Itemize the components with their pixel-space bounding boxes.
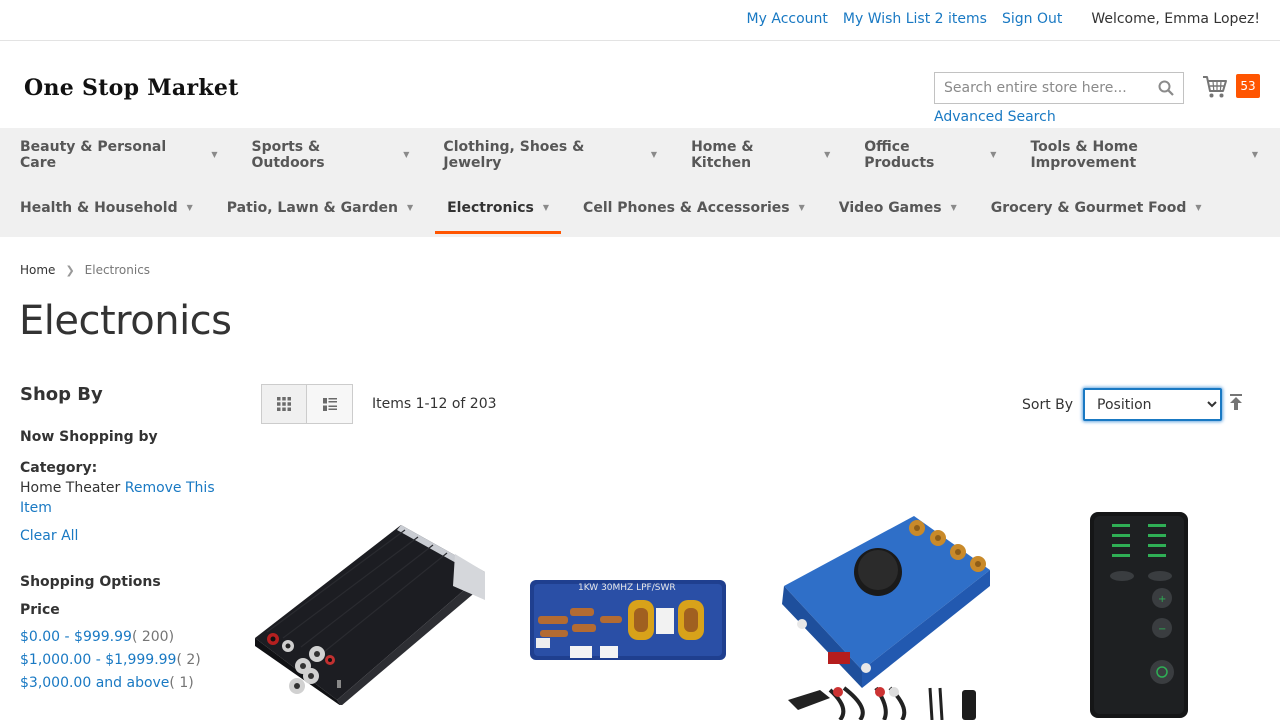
list-item: $3,000.00 and above( 1) bbox=[20, 672, 220, 695]
view-mode-switcher bbox=[261, 384, 353, 424]
nav-item-label: Beauty & Personal Care bbox=[20, 138, 167, 171]
nav-item-health-household[interactable]: Health & Household ▼ bbox=[8, 181, 205, 234]
svg-text:+: + bbox=[1158, 594, 1166, 605]
nav-item-label: Sports & Outdoors bbox=[251, 138, 325, 171]
chevron-down-icon: ▼ bbox=[990, 150, 997, 159]
product-image[interactable]: 1KW 30MHZ LPF/SWR bbox=[530, 578, 726, 661]
page-title: Electronics bbox=[19, 298, 232, 344]
svg-text:1KW 30MHZ LPF/SWR: 1KW 30MHZ LPF/SWR bbox=[578, 583, 676, 593]
chevron-down-icon: ▼ bbox=[406, 203, 414, 212]
nav-item-grocery-gourmet-food[interactable]: Grocery & Gourmet Food ▼ bbox=[979, 181, 1214, 234]
price-range-link[interactable]: $3,000.00 and above bbox=[20, 675, 169, 691]
nav-item-label: Video Games bbox=[838, 199, 942, 216]
price-range-link[interactable]: $1,000.00 - $1,999.99 bbox=[20, 652, 176, 668]
chevron-down-icon: ▼ bbox=[211, 150, 218, 159]
cart-icon[interactable] bbox=[1202, 74, 1228, 100]
price-range-count: ( 2) bbox=[176, 652, 201, 668]
price-filter-heading: Price bbox=[20, 602, 60, 618]
now-shopping-heading: Now Shopping by bbox=[20, 429, 158, 445]
breadcrumb-home-link[interactable]: Home bbox=[20, 263, 55, 277]
chevron-down-icon: ▼ bbox=[950, 203, 957, 212]
nav-item-label: Health & Household bbox=[20, 199, 178, 216]
nav-item-sports-outdoors[interactable]: Sports & Outdoors ▼ bbox=[239, 128, 421, 181]
store-logo[interactable]: One Stop Market bbox=[24, 75, 239, 101]
price-range-count: ( 200) bbox=[131, 629, 175, 645]
chevron-down-icon: ▼ bbox=[798, 203, 805, 212]
toolbar-item-count: Items 1-12 of 203 bbox=[372, 396, 497, 412]
clear-all-link[interactable]: Clear All bbox=[20, 528, 220, 544]
chevron-down-icon: ▼ bbox=[542, 203, 550, 212]
chevron-down-icon: ▼ bbox=[824, 150, 831, 159]
nav-item-label: Tools & Home Improvement bbox=[1030, 138, 1138, 171]
nav-item-patio-lawn-garden[interactable]: Patio, Lawn & Garden ▼ bbox=[215, 181, 425, 234]
search-icon[interactable] bbox=[1158, 80, 1174, 96]
advanced-search-link[interactable]: Advanced Search bbox=[934, 109, 1056, 125]
grid-view-button[interactable] bbox=[261, 384, 307, 424]
search-input[interactable] bbox=[935, 73, 1145, 103]
breadcrumb: Home ❯ Electronics bbox=[20, 263, 150, 277]
list-item: $1,000.00 - $1,999.99( 2) bbox=[20, 649, 220, 672]
filter-category-label: Category: bbox=[20, 460, 98, 476]
price-range-link[interactable]: $0.00 - $999.99 bbox=[20, 629, 132, 645]
shop-by-heading: Shop By bbox=[20, 384, 103, 405]
nav-item-label: Patio, Lawn & Garden bbox=[226, 199, 398, 216]
wish-list-link[interactable]: My Wish List 2 items bbox=[843, 11, 987, 27]
nav-item-label: Cell Phones & Accessories bbox=[583, 199, 790, 216]
nav-item-home-kitchen[interactable]: Home & Kitchen ▼ bbox=[679, 128, 842, 181]
list-view-button[interactable] bbox=[307, 384, 353, 424]
nav-item-tools-home-improvement[interactable]: Tools & Home Improvement ▼ bbox=[1018, 128, 1270, 181]
svg-text:−: − bbox=[1158, 624, 1166, 635]
product-image[interactable] bbox=[780, 512, 992, 720]
nav-item-label: Clothing, Shoes & Jewelry bbox=[443, 138, 585, 171]
cart-count-badge[interactable]: 53 bbox=[1236, 74, 1260, 98]
nav-item-electronics[interactable]: Electronics ▼ bbox=[435, 181, 561, 234]
price-filter-list: $0.00 - $999.99( 200) $1,000.00 - $1,999… bbox=[20, 626, 220, 695]
nav-row: Health & Household ▼ Patio, Lawn & Garden… bbox=[8, 181, 1280, 234]
breadcrumb-current: Electronics bbox=[84, 263, 151, 277]
product-image[interactable] bbox=[255, 520, 485, 705]
sort-by-select[interactable]: Position Product Name Price bbox=[1083, 388, 1223, 421]
my-account-link[interactable]: My Account bbox=[747, 11, 828, 27]
main-navigation: Beauty & Personal Care ▼ Sports & Outdoor… bbox=[0, 128, 1280, 237]
chevron-down-icon: ▼ bbox=[650, 150, 658, 159]
chevron-down-icon: ▼ bbox=[186, 203, 193, 212]
nav-item-label: Electronics bbox=[447, 199, 534, 216]
shopping-options-heading: Shopping Options bbox=[20, 574, 161, 590]
chevron-down-icon: ▼ bbox=[403, 150, 410, 159]
chevron-down-icon: ▼ bbox=[1251, 150, 1258, 159]
chevron-right-icon: ❯ bbox=[65, 263, 75, 277]
price-range-count: ( 1) bbox=[169, 675, 194, 691]
layered-navigation-sidebar: Shop By Now Shopping by Category: Home T… bbox=[20, 384, 220, 695]
welcome-message: Welcome, Emma Lopez! bbox=[1091, 11, 1260, 27]
nav-item-video-games[interactable]: Video Games ▼ bbox=[827, 181, 969, 234]
top-header-bar: My Account My Wish List 2 items Sign Out… bbox=[0, 0, 1280, 41]
grid-icon bbox=[277, 397, 291, 411]
list-icon bbox=[322, 397, 337, 411]
arrow-up-icon[interactable] bbox=[1229, 394, 1243, 410]
nav-item-label: Grocery & Gourmet Food bbox=[990, 199, 1187, 216]
chevron-down-icon: ▼ bbox=[1195, 203, 1202, 212]
site-header: One Stop Market Advanced Search 53 bbox=[0, 41, 1280, 128]
nav-item-beauty-personal-care[interactable]: Beauty & Personal Care ▼ bbox=[8, 128, 229, 181]
sorter: Sort By Position Product Name Price bbox=[1022, 388, 1223, 421]
nav-item-clothing-shoes-jewelry[interactable]: Clothing, Shoes & Jewelry ▼ bbox=[431, 128, 669, 181]
nav-item-office-products[interactable]: Office Products ▼ bbox=[852, 128, 1008, 181]
nav-row: Beauty & Personal Care ▼ Sports & Outdoor… bbox=[8, 128, 1280, 181]
nav-item-cell-phones-accessories[interactable]: Cell Phones & Accessories ▼ bbox=[571, 181, 817, 234]
product-image[interactable]: + − bbox=[1090, 512, 1188, 718]
sign-out-link[interactable]: Sign Out bbox=[1002, 11, 1062, 27]
search-box bbox=[934, 72, 1184, 104]
nav-item-label: Office Products bbox=[864, 138, 935, 171]
active-filter: Home Theater Remove This Item bbox=[20, 478, 220, 518]
sort-by-label: Sort By bbox=[1022, 396, 1074, 413]
list-item: $0.00 - $999.99( 200) bbox=[20, 626, 220, 649]
filter-value-text: Home Theater bbox=[20, 480, 121, 496]
nav-item-label: Home & Kitchen bbox=[691, 138, 754, 171]
header-links: My Account My Wish List 2 items Sign Out… bbox=[732, 11, 1260, 27]
